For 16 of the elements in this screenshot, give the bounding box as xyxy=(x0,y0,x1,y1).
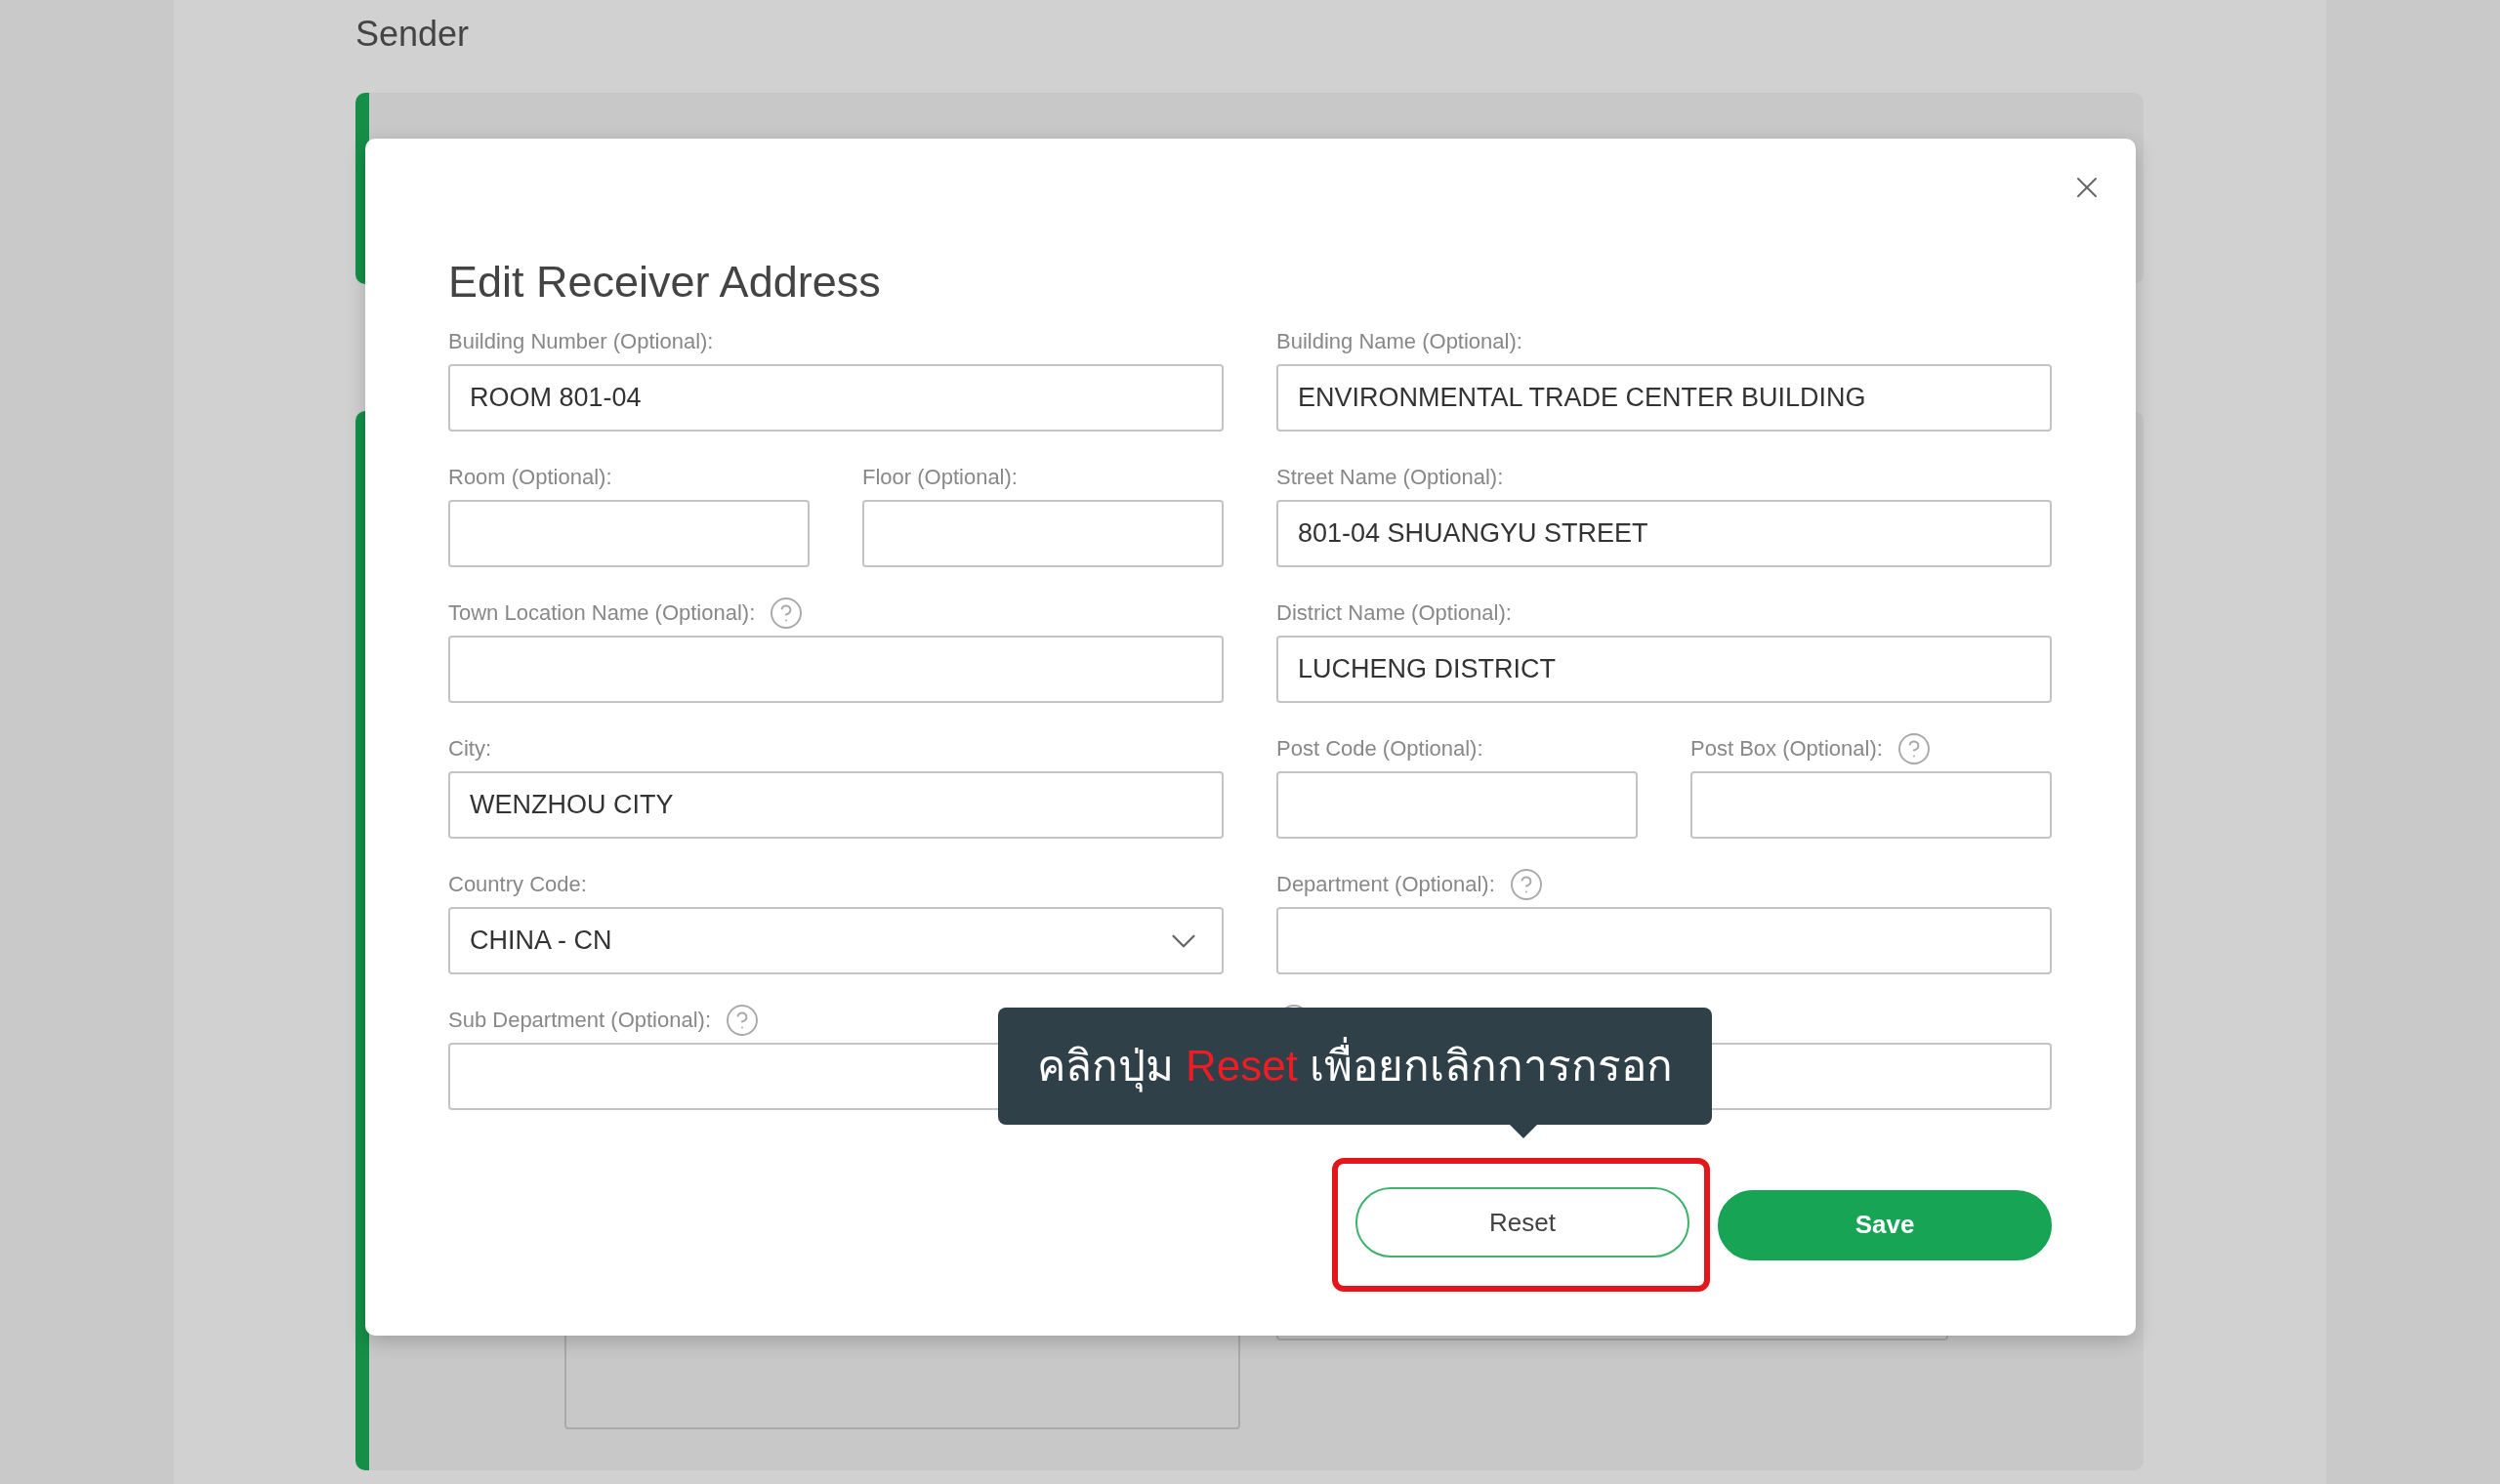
field-label: Post Box (Optional): xyxy=(1690,736,1883,762)
dialog-title: Edit Receiver Address xyxy=(448,257,882,309)
field-label: Sub Department (Optional): xyxy=(448,1008,712,1033)
tooltip-text: คลิกปุ่ม Reset เพื่อยกเลิกการกรอก xyxy=(1036,1036,1674,1096)
field-label: Department (Optional): xyxy=(1276,872,1495,897)
field-label: Room (Optional): xyxy=(448,465,612,490)
field-label: District Name (Optional): xyxy=(1276,600,1512,626)
field-label: Post Code (Optional): xyxy=(1276,736,1483,762)
field-label: City: xyxy=(448,736,491,762)
field-label: Floor (Optional): xyxy=(862,465,1018,490)
section-title: Sender xyxy=(355,14,471,56)
field-label: Country Code: xyxy=(448,872,587,897)
field-label: Building Number (Optional): xyxy=(448,329,714,354)
field-label: Building Name (Optional): xyxy=(1276,329,1522,354)
field-label: Street Name (Optional): xyxy=(1276,465,1504,490)
field-label: Town Location Name (Optional): xyxy=(448,600,756,626)
